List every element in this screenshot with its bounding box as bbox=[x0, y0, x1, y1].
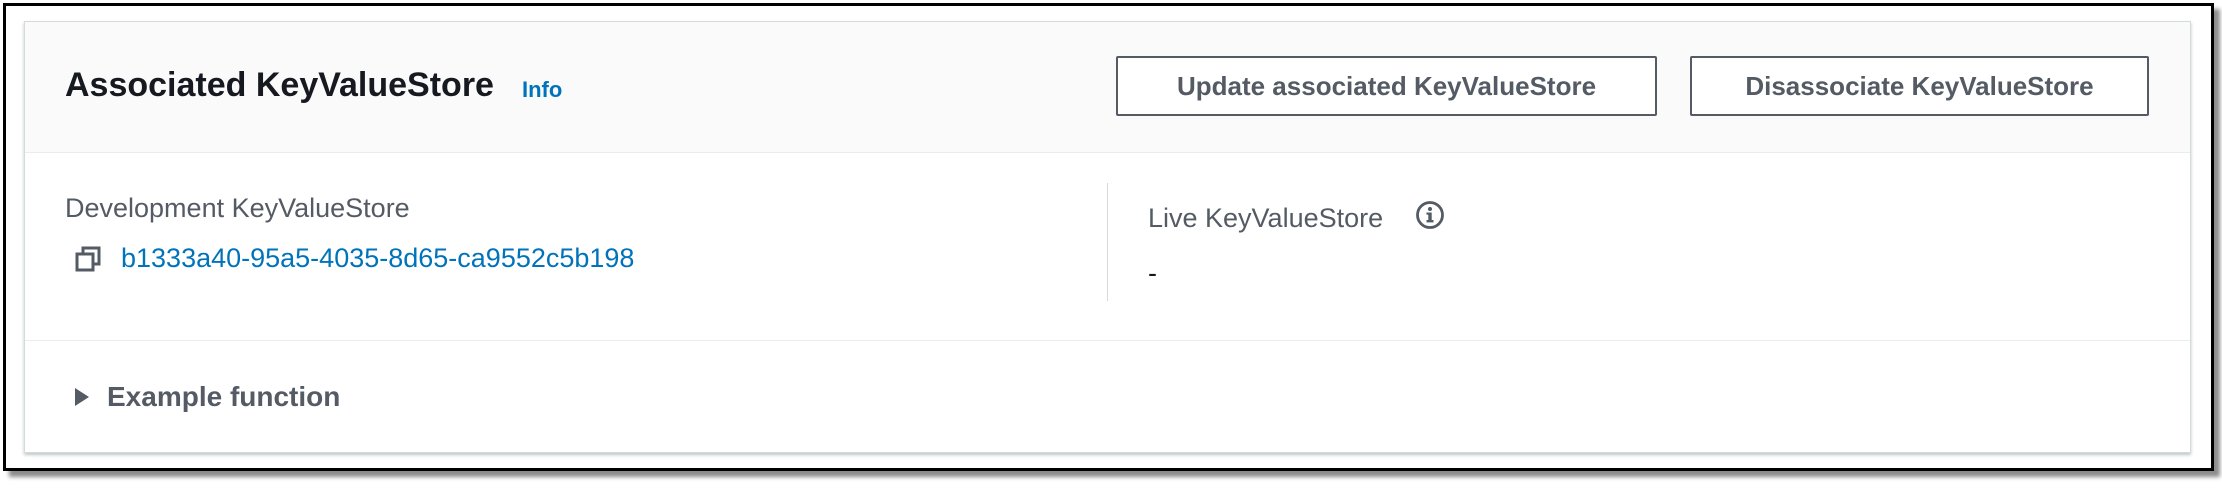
keyvaluestore-details: Development KeyValueStore b1333a40-95a5-… bbox=[25, 153, 2190, 341]
update-associated-keyvaluestore-button[interactable]: Update associated KeyValueStore bbox=[1116, 56, 1657, 116]
associated-keyvaluestore-container: Associated KeyValueStore Info Update ass… bbox=[24, 21, 2191, 453]
section-title: Associated KeyValueStore bbox=[65, 66, 494, 104]
live-keyvaluestore-value: - bbox=[1148, 258, 1157, 288]
live-keyvaluestore-label: Live KeyValueStore bbox=[1148, 203, 1384, 233]
disassociate-keyvaluestore-button[interactable]: Disassociate KeyValueStore bbox=[1690, 56, 2149, 116]
container-header: Associated KeyValueStore Info Update ass… bbox=[25, 22, 2190, 153]
copy-icon[interactable] bbox=[74, 245, 102, 273]
screenshot-frame: Associated KeyValueStore Info Update ass… bbox=[3, 3, 2214, 471]
example-function-label: Example function bbox=[107, 381, 341, 412]
example-function-expander[interactable]: Example function bbox=[65, 377, 340, 417]
column-divider bbox=[1107, 183, 1108, 301]
caret-right-icon bbox=[75, 388, 89, 406]
development-keyvaluestore-label: Development KeyValueStore bbox=[65, 193, 410, 223]
info-circle-icon[interactable] bbox=[1415, 200, 1445, 230]
info-link[interactable]: Info bbox=[522, 77, 562, 103]
development-keyvaluestore-id-link[interactable]: b1333a40-95a5-4035-8d65-ca9552c5b198 bbox=[121, 243, 634, 274]
